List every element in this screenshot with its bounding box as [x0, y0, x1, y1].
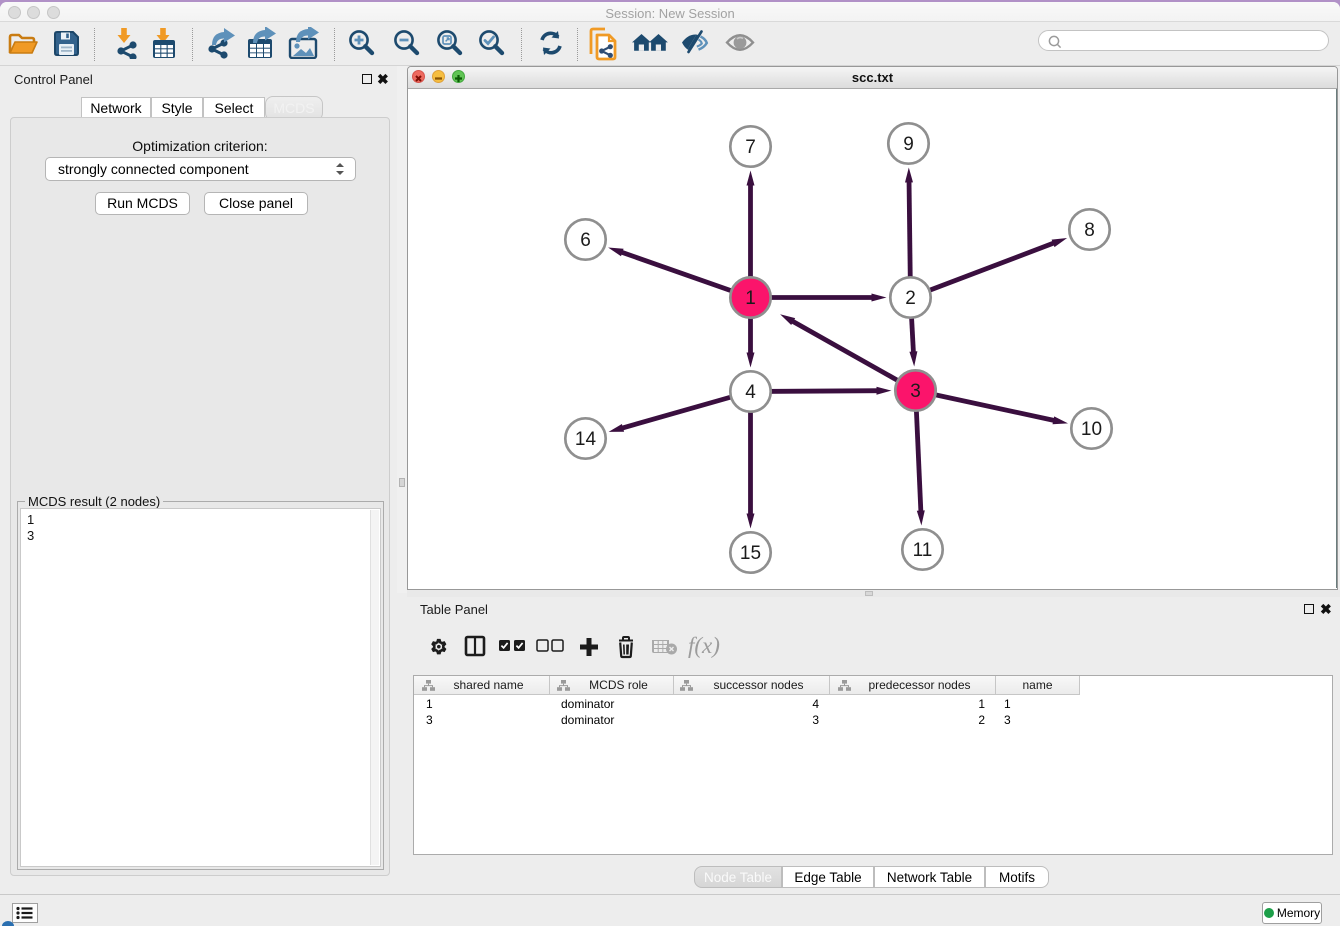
svg-text:8: 8	[1084, 220, 1095, 241]
svg-text:4: 4	[745, 382, 756, 403]
svg-text:7: 7	[745, 137, 756, 158]
svg-text:10: 10	[1081, 419, 1102, 440]
svg-text:11: 11	[913, 540, 933, 561]
svg-text:2: 2	[905, 288, 916, 309]
svg-text:1: 1	[745, 288, 756, 309]
svg-text:15: 15	[740, 543, 761, 564]
svg-text:14: 14	[575, 429, 597, 450]
svg-text:9: 9	[903, 134, 914, 155]
svg-text:6: 6	[580, 230, 591, 251]
svg-text:3: 3	[910, 381, 921, 402]
